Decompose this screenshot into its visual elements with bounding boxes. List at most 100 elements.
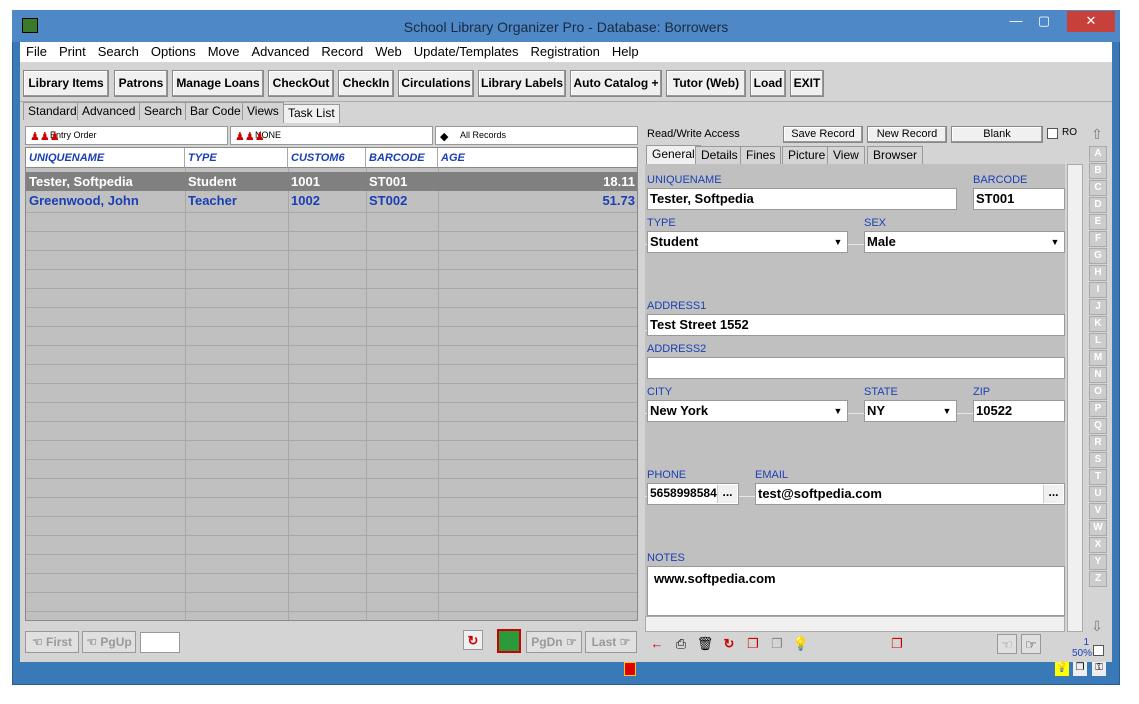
alpha-index-x[interactable]: X xyxy=(1089,537,1107,553)
manage-loans-button[interactable]: Manage Loans xyxy=(172,70,264,97)
circulations-button[interactable]: Circulations xyxy=(398,70,474,97)
alpha-index-d[interactable]: D xyxy=(1089,197,1107,213)
tutor-web-button[interactable]: Tutor (Web) xyxy=(666,70,746,97)
load-button[interactable]: Load xyxy=(750,70,786,97)
alpha-index-p[interactable]: P xyxy=(1089,401,1107,417)
menu-search[interactable]: Search xyxy=(92,42,145,59)
alpha-index-s[interactable]: S xyxy=(1089,452,1107,468)
table-row-selected[interactable]: Tester, Softpedia Student 1001 ST001 18.… xyxy=(26,172,637,191)
address2-field[interactable] xyxy=(647,357,1065,379)
state-select[interactable]: NY ▼ xyxy=(864,400,957,422)
tab-bar-code[interactable]: Bar Code xyxy=(185,102,246,120)
menu-update-templates[interactable]: Update/Templates xyxy=(408,42,525,59)
pgup-button[interactable]: ☜ PgUp xyxy=(82,631,136,653)
auto-catalog-button[interactable]: Auto Catalog + xyxy=(570,70,662,97)
refresh-icon[interactable]: ↻ xyxy=(463,630,483,650)
trash-icon[interactable]: 🗑 xyxy=(695,634,715,654)
patron-grid[interactable]: UNIQUENAME TYPE CUSTOM6 BARCODE AGE Test… xyxy=(25,147,638,621)
alpha-index-l[interactable]: L xyxy=(1089,333,1107,349)
chevron-down-icon[interactable]: ▼ xyxy=(939,402,955,420)
phone-field[interactable]: 5658998584... xyxy=(647,483,739,505)
address1-field[interactable]: Test Street 1552 xyxy=(647,314,1065,336)
checkin-button[interactable]: CheckIn xyxy=(338,70,394,97)
more-icon[interactable]: ... xyxy=(1043,485,1063,503)
tab-views[interactable]: Views xyxy=(242,102,284,120)
menu-record[interactable]: Record xyxy=(315,42,369,59)
alpha-index-a[interactable]: A xyxy=(1089,146,1107,162)
barcode-field[interactable]: ST001 xyxy=(973,188,1065,210)
alpha-index-y[interactable]: Y xyxy=(1089,554,1107,570)
col-header-type[interactable]: TYPE xyxy=(185,148,288,168)
tab-task-list[interactable]: Task List xyxy=(283,104,340,123)
library-labels-button[interactable]: Library Labels xyxy=(478,70,566,97)
paste-record-icon[interactable]: ❐ xyxy=(767,634,787,654)
menu-web[interactable]: Web xyxy=(369,42,408,59)
save-record-button[interactable]: Save Record xyxy=(783,126,863,143)
copy-record-icon[interactable]: ❐ xyxy=(743,634,763,654)
chevron-down-icon[interactable]: ▼ xyxy=(830,402,846,420)
patrons-button[interactable]: Patrons xyxy=(114,70,168,97)
alpha-index-z[interactable]: Z xyxy=(1089,571,1107,587)
city-select[interactable]: New York ▼ xyxy=(647,400,848,422)
last-button[interactable]: Last ☞ xyxy=(585,631,637,653)
zoom-checkbox[interactable] xyxy=(1093,645,1104,656)
zip-field[interactable]: 10522 xyxy=(973,400,1065,422)
alpha-index-u[interactable]: U xyxy=(1089,486,1107,502)
exit-button[interactable]: EXIT xyxy=(790,70,824,97)
pgdn-button[interactable]: PgDn ☞ xyxy=(526,631,582,653)
alpha-index-r[interactable]: R xyxy=(1089,435,1107,451)
alpha-index-m[interactable]: M xyxy=(1089,350,1107,366)
down-arrow-icon[interactable]: ⇩ xyxy=(1087,618,1107,636)
library-items-button[interactable]: Library Items xyxy=(23,70,109,97)
tab-details[interactable]: Details xyxy=(695,146,744,164)
alpha-index-b[interactable]: B xyxy=(1089,163,1107,179)
uniquename-field[interactable]: Tester, Softpedia xyxy=(647,188,957,210)
table-row[interactable]: Greenwood, John Teacher 1002 ST002 51.73 xyxy=(26,191,637,210)
maximize-button[interactable]: ▢ xyxy=(1030,11,1058,32)
lightbulb-icon[interactable]: 💡 xyxy=(791,634,811,654)
records-selector[interactable]: ◆ All Records xyxy=(435,126,638,145)
hand-right-icon[interactable]: ☞ xyxy=(1021,634,1041,654)
hand-left-icon[interactable]: ☜ xyxy=(997,634,1017,654)
keyboard-icon[interactable] xyxy=(497,629,521,653)
alpha-index-h[interactable]: H xyxy=(1089,265,1107,281)
type-select[interactable]: Student ▼ xyxy=(647,231,848,253)
sex-select[interactable]: Male ▼ xyxy=(864,231,1065,253)
col-header-age[interactable]: AGE xyxy=(438,148,637,168)
menu-help[interactable]: Help xyxy=(606,42,645,59)
minimize-button[interactable]: — xyxy=(1002,11,1030,32)
chevron-down-icon[interactable]: ▼ xyxy=(1047,233,1063,251)
export-icon[interactable]: ❐ xyxy=(887,634,907,654)
record-number-input[interactable] xyxy=(140,632,180,653)
alpha-index-v[interactable]: V xyxy=(1089,503,1107,519)
filter-selector[interactable]: ♟♟♟ NONE xyxy=(230,126,433,145)
alpha-index-i[interactable]: I xyxy=(1089,282,1107,298)
tab-standard[interactable]: Standard xyxy=(23,102,82,120)
tab-fines[interactable]: Fines xyxy=(740,146,782,164)
tab-advanced[interactable]: Advanced xyxy=(77,102,141,120)
notes-field[interactable]: www.softpedia.com xyxy=(647,566,1065,616)
email-field[interactable]: test@softpedia.com... xyxy=(755,483,1065,505)
ro-checkbox[interactable] xyxy=(1047,128,1058,139)
menu-registration[interactable]: Registration xyxy=(525,42,606,59)
first-button[interactable]: ☜ First xyxy=(25,631,79,653)
alpha-index-q[interactable]: Q xyxy=(1089,418,1107,434)
checkout-button[interactable]: CheckOut xyxy=(268,70,334,97)
order-selector[interactable]: ♟♟♟ Entry Order xyxy=(25,126,228,145)
alpha-index-k[interactable]: K xyxy=(1089,316,1107,332)
col-header-uniquename[interactable]: UNIQUENAME xyxy=(26,148,185,168)
tab-browser[interactable]: Browser xyxy=(867,146,924,164)
lock-icon[interactable]: ⚿ xyxy=(1092,662,1106,676)
alpha-index-j[interactable]: J xyxy=(1089,299,1107,315)
chevron-down-icon[interactable]: ▼ xyxy=(830,233,846,251)
alpha-index-f[interactable]: F xyxy=(1089,231,1107,247)
vertical-scrollbar[interactable] xyxy=(1067,164,1083,632)
alpha-index-t[interactable]: T xyxy=(1089,469,1107,485)
alpha-index-n[interactable]: N xyxy=(1089,367,1107,383)
title-bar[interactable]: School Library Organizer Pro - Database:… xyxy=(12,10,1120,42)
menu-move[interactable]: Move xyxy=(202,42,246,59)
menu-advanced[interactable]: Advanced xyxy=(246,42,316,59)
alpha-index-o[interactable]: O xyxy=(1089,384,1107,400)
tab-general[interactable]: General xyxy=(646,145,701,165)
close-button[interactable]: ✕ xyxy=(1067,11,1115,32)
